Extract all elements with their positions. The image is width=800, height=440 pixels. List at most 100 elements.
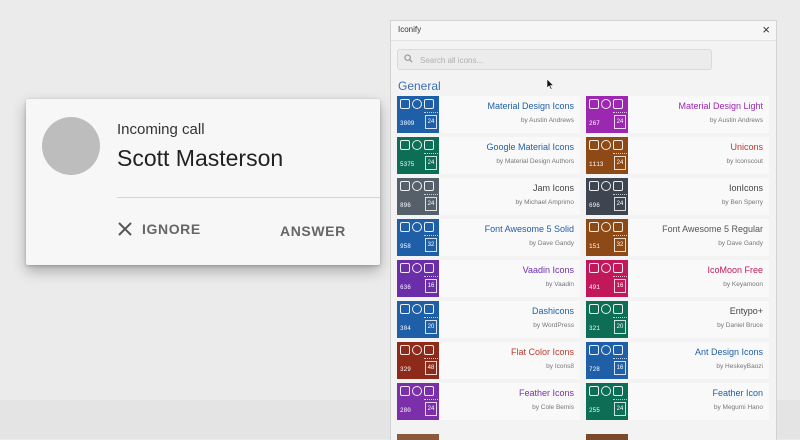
preview-glyph-icon [424, 304, 434, 314]
icon-count: 304 [400, 325, 411, 332]
preview-glyph-icon [613, 263, 623, 273]
icon-grid-size: 24 [614, 115, 626, 129]
icon-grid-size: 48 [425, 361, 437, 375]
window-title: Iconify [398, 25, 422, 34]
icon-grid-size: 24 [614, 156, 626, 170]
collection-author: by Dave Gandy [718, 240, 763, 247]
preview-icons [400, 222, 434, 232]
collection-author: by Daniel Bruce [717, 322, 763, 329]
tile-separator [424, 276, 438, 278]
preview-icons [400, 345, 434, 355]
collection-card[interactable]: 636 16 Vaadin Icons by Vaadin [397, 260, 580, 297]
icon-count: 280 [400, 407, 411, 414]
collection-preview-tile: 696 24 [586, 178, 628, 215]
collection-name: Ant Design Icons [694, 347, 763, 357]
collection-card[interactable]: 1113 24 Unicons by Iconscout [586, 137, 769, 174]
collection-card[interactable]: 304 20 Dashicons by WordPress [397, 301, 580, 338]
tile-separator [424, 358, 438, 360]
preview-icons [589, 386, 623, 396]
iconify-window: Iconify × General 3809 24 Material Design … [390, 20, 777, 440]
collection-author: by Dave Gandy [529, 240, 574, 247]
search-input[interactable] [418, 51, 707, 69]
preview-icons [400, 386, 434, 396]
collection-preview-tile: 267 24 [586, 96, 628, 133]
icon-count: 329 [400, 366, 411, 373]
avatar [42, 117, 100, 175]
collection-author: by Austin Andrews [709, 117, 763, 124]
search-icon [404, 54, 413, 63]
tile-separator [424, 112, 438, 114]
preview-glyph-icon [613, 222, 623, 232]
collection-card[interactable]: 255 24 Feather Icon by Megumi Hano [586, 383, 769, 420]
collection-card[interactable]: 267 24 Material Design Light by Austin Andr… [586, 96, 769, 133]
preview-glyph-icon [412, 222, 422, 232]
collection-author: by Keyamoon [723, 281, 763, 288]
preview-glyph-icon [424, 99, 434, 109]
collection-card[interactable]: 728 16 Ant Design Icons by HeskeyBaozi [586, 342, 769, 379]
icon-grid-size: 32 [614, 238, 626, 252]
preview-glyph-icon [424, 386, 434, 396]
preview-glyph-icon [400, 386, 410, 396]
tile-separator [613, 112, 627, 114]
preview-glyph-icon [601, 345, 611, 355]
collection-name: Feather Icons [518, 388, 574, 398]
preview-glyph-icon [589, 222, 599, 232]
collection-preview-tile: 728 16 [586, 342, 628, 379]
collection-card[interactable]: 5375 24 Google Material Icons by Material D… [397, 137, 580, 174]
collection-author: by Material Design Authors [496, 158, 574, 165]
preview-glyph-icon [412, 263, 422, 273]
preview-glyph-icon [613, 99, 623, 109]
preview-glyph-icon [601, 181, 611, 191]
icon-count: 696 [589, 202, 600, 209]
collection-name: Material Design Icons [487, 101, 574, 111]
collection-author: by Cole Bemis [532, 404, 574, 411]
preview-glyph-icon [613, 345, 623, 355]
collection-card[interactable]: 896 24 Jam Icons by Michael Amprimo [397, 178, 580, 215]
icon-grid-size: 24 [425, 115, 437, 129]
preview-icons [400, 181, 434, 191]
collection-name: Unicons [730, 142, 763, 152]
preview-glyph-icon [412, 181, 422, 191]
close-window-button[interactable]: × [762, 22, 770, 38]
answer-button[interactable]: ANSWER [280, 223, 346, 239]
tile-separator [613, 153, 627, 155]
preview-glyph-icon [601, 263, 611, 273]
collection-name: Feather Icon [712, 388, 763, 398]
search-box[interactable] [397, 49, 712, 70]
collection-card[interactable]: 329 48 Flat Color Icons by Icons8 [397, 342, 580, 379]
divider [117, 197, 380, 198]
collection-card[interactable]: 280 24 Feather Icons by Cole Bemis [397, 383, 580, 420]
next-card-partial [397, 434, 439, 440]
collection-preview-tile: 958 32 [397, 219, 439, 256]
tile-separator [424, 235, 438, 237]
next-card-partial [586, 434, 628, 440]
collection-name: Jam Icons [532, 183, 574, 193]
icon-count: 267 [589, 120, 600, 127]
tile-separator [613, 317, 627, 319]
preview-glyph-icon [412, 99, 422, 109]
icon-count: 728 [589, 366, 600, 373]
collection-name: Material Design Light [678, 101, 763, 111]
ignore-button[interactable]: IGNORE [118, 221, 201, 237]
preview-glyph-icon [613, 304, 623, 314]
collection-card[interactable]: 321 20 Entypo+ by Daniel Bruce [586, 301, 769, 338]
collection-card[interactable]: 3809 24 Material Design Icons by Austin And… [397, 96, 580, 133]
collection-card[interactable]: 151 32 Font Awesome 5 Regular by Dave Gandy [586, 219, 769, 256]
preview-glyph-icon [424, 345, 434, 355]
collection-card[interactable]: 491 16 IcoMoon Free by Keyamoon [586, 260, 769, 297]
preview-glyph-icon [601, 99, 611, 109]
section-title: General [398, 79, 441, 93]
collection-name: Google Material Icons [486, 142, 574, 152]
collection-card[interactable]: 958 32 Font Awesome 5 Solid by Dave Gandy [397, 219, 580, 256]
icon-grid-size: 20 [425, 320, 437, 334]
icon-grid-size: 24 [425, 197, 437, 211]
collection-author: by Ben Sperry [721, 199, 763, 206]
collection-card[interactable]: 696 24 IonIcons by Ben Sperry [586, 178, 769, 215]
icon-grid-size: 24 [425, 156, 437, 170]
preview-icons [589, 263, 623, 273]
preview-glyph-icon [412, 386, 422, 396]
preview-glyph-icon [424, 140, 434, 150]
preview-icons [589, 304, 623, 314]
preview-icons [400, 304, 434, 314]
incoming-call-card: Incoming call Scott Masterson IGNORE ANS… [26, 99, 380, 265]
